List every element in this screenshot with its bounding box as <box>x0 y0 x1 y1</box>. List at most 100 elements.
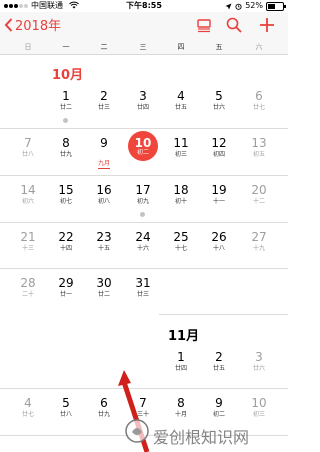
week-divider <box>0 175 288 176</box>
day-cell[interactable]: 3 廿四 <box>125 83 161 127</box>
day-cell[interactable]: 28 二十 <box>10 270 46 314</box>
day-cell[interactable]: 6 廿七 <box>241 83 277 127</box>
lunar-date: 十一 <box>212 198 225 205</box>
lunar-date: 十四 <box>59 245 72 252</box>
lunar-date: 廿四 <box>136 104 149 111</box>
lunar-date: 十二 <box>252 198 265 205</box>
weekday-label: 二 <box>100 43 108 51</box>
day-cell[interactable]: 2 廿五 <box>201 344 237 388</box>
status-bar: 中国联通 下午8:55 52% <box>0 0 288 12</box>
week-divider <box>0 128 288 129</box>
day-number: 27 <box>251 230 267 244</box>
lunar-date: 十月 <box>174 411 187 418</box>
day-cell[interactable]: 17 初九 <box>125 177 161 221</box>
day-number: 29 <box>58 276 74 290</box>
lunar-date: 十九 <box>252 245 265 252</box>
lunar-date: 十三 <box>21 245 34 252</box>
month-title-october: 10月 <box>52 68 84 83</box>
weekday-label: 六 <box>255 43 263 51</box>
day-cell[interactable]: 24 十六 <box>125 224 161 268</box>
lunar-date: 初二 <box>212 411 225 418</box>
day-cell[interactable]: 14 初六 <box>10 177 46 221</box>
lunar-date: 初三 <box>174 151 187 158</box>
weekday-label: 四 <box>177 43 185 51</box>
day-cell[interactable]: 22 十四 <box>48 224 84 268</box>
weekday-label: 三 <box>139 43 147 51</box>
day-number: 10 <box>251 396 267 410</box>
day-cell[interactable]: 26 十八 <box>201 224 237 268</box>
day-cell[interactable]: 15 初七 <box>48 177 84 221</box>
day-cell[interactable]: 8 廿九 <box>48 130 84 174</box>
search-icon[interactable] <box>226 17 242 33</box>
week-divider <box>159 314 288 315</box>
day-cell[interactable]: 5 廿八 <box>48 390 84 434</box>
day-cell[interactable]: 19 十一 <box>201 177 237 221</box>
day-cell[interactable]: 20 十二 <box>241 177 277 221</box>
lunar-date: 廿四 <box>174 365 187 372</box>
event-dot <box>63 118 68 123</box>
navigation-bar: 2018年 <box>0 12 288 40</box>
day-number: 5 <box>215 89 223 103</box>
day-cell[interactable]: 3 廿六 <box>241 344 277 388</box>
day-cell[interactable]: 5 廿六 <box>201 83 237 127</box>
week-divider <box>0 388 288 389</box>
day-cell[interactable]: 12 初四 <box>201 130 237 174</box>
day-cell[interactable]: 6 廿九 <box>86 390 122 434</box>
day-cell-today[interactable]: 10 初二 <box>125 130 161 174</box>
day-cell[interactable]: 13 初五 <box>241 130 277 174</box>
day-number: 2 <box>100 89 108 103</box>
day-cell[interactable]: 30 廿二 <box>86 270 122 314</box>
day-number: 23 <box>96 230 112 244</box>
day-cell[interactable]: 2 廿三 <box>86 83 122 127</box>
lunar-date: 廿八 <box>21 151 34 158</box>
day-cell[interactable]: 4 廿七 <box>10 390 46 434</box>
lunar-date: 廿六 <box>212 104 225 111</box>
lunar-date: 廿二 <box>97 291 110 298</box>
day-number: 30 <box>96 276 112 290</box>
lunar-date: 初二 <box>136 149 149 156</box>
location-icon <box>225 3 232 9</box>
day-cell[interactable]: 7 廿八 <box>10 130 46 174</box>
lunar-date: 廿九 <box>59 151 72 158</box>
lunar-date: 初三 <box>252 411 265 418</box>
list-view-icon[interactable] <box>196 17 212 33</box>
day-cell[interactable]: 29 廿一 <box>48 270 84 314</box>
week-divider <box>0 222 288 223</box>
day-cell[interactable]: 27 十九 <box>241 224 277 268</box>
day-cell[interactable]: 1 廿二 <box>48 83 84 127</box>
day-number: 25 <box>173 230 189 244</box>
month-calendar-grid: 10月 11月 1 廿二 2 廿三 3 廿四 4 廿五 5 廿六 6 廿七 7 廿八 8 廿九 9 九月 10 初二 1… <box>0 55 288 452</box>
weekday-header: 日 一 二 三 四 五 六 <box>0 40 288 55</box>
weekday-label: 日 <box>24 43 32 51</box>
lunar-date: 初四 <box>212 151 225 158</box>
day-number: 14 <box>20 183 36 197</box>
day-cell[interactable]: 18 初十 <box>163 177 199 221</box>
lunar-date: 十五 <box>97 245 110 252</box>
day-cell[interactable]: 1 廿四 <box>163 344 199 388</box>
lunar-date: 廿一 <box>59 291 72 298</box>
weekday-label: 一 <box>62 43 70 51</box>
day-cell[interactable]: 21 十三 <box>10 224 46 268</box>
day-cell[interactable]: 16 初八 <box>86 177 122 221</box>
day-number: 5 <box>62 396 70 410</box>
add-icon[interactable] <box>259 17 275 33</box>
day-number: 4 <box>24 396 32 410</box>
lunar-date: 十八 <box>212 245 225 252</box>
day-number: 11 <box>173 136 189 150</box>
day-number: 20 <box>251 183 267 197</box>
day-cell[interactable]: 25 十七 <box>163 224 199 268</box>
day-cell[interactable]: 4 廿五 <box>163 83 199 127</box>
lunar-date: 廿三 <box>136 291 149 298</box>
battery-percent: 52% <box>245 1 263 10</box>
chevron-left-icon <box>4 17 13 32</box>
day-number: 28 <box>20 276 36 290</box>
lunar-date: 初九 <box>136 198 149 205</box>
lunar-date: 廿六 <box>252 365 265 372</box>
back-label: 2018年 <box>15 19 62 34</box>
day-cell[interactable]: 9 九月 <box>86 130 122 174</box>
day-number: 7 <box>24 136 32 150</box>
day-cell[interactable]: 23 十五 <box>86 224 122 268</box>
day-cell[interactable]: 11 初三 <box>163 130 199 174</box>
day-cell[interactable]: 31 廿三 <box>125 270 161 314</box>
back-to-year-button[interactable]: 2018年 <box>4 15 61 34</box>
